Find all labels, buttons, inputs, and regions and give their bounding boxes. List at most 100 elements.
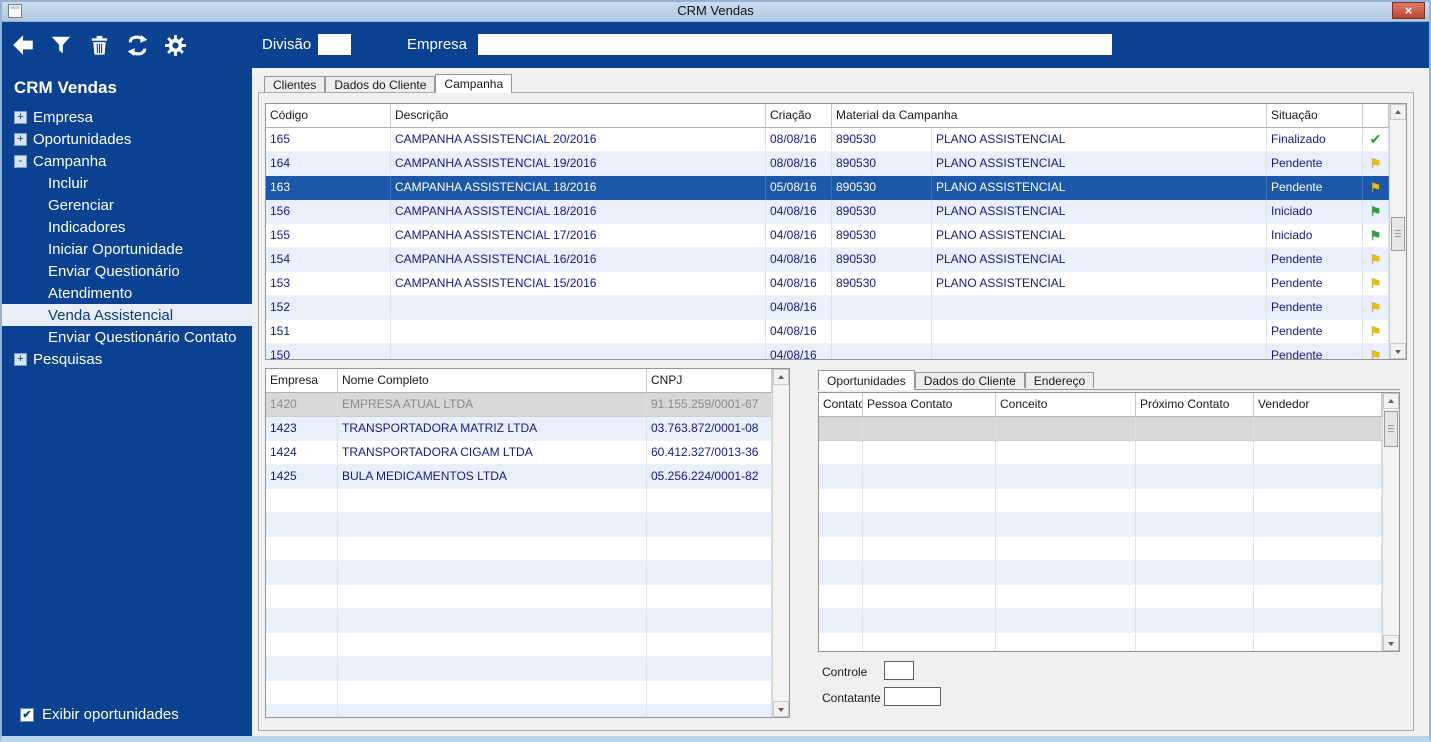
tab-campanha[interactable]: Campanha (435, 74, 513, 93)
checkbox-checked-icon[interactable]: ✔ (20, 707, 34, 722)
tab-dados-do-cliente-detail[interactable]: Dados do Cliente (914, 372, 1025, 388)
company-table-scrollbar[interactable] (772, 369, 789, 717)
status-flag-icon: ⚑ (1369, 324, 1382, 339)
scroll-down-icon[interactable] (1390, 343, 1406, 359)
tab-oportunidades[interactable]: Oportunidades (818, 370, 915, 390)
table-row[interactable]: 165 CAMPANHA ASSISTENCIAL 20/2016 08/08/… (266, 128, 1406, 152)
table-row[interactable]: 1424 TRANSPORTADORA CIGAM LTDA 60.412.32… (266, 441, 789, 465)
table-row[interactable]: 164 CAMPANHA ASSISTENCIAL 19/2016 08/08/… (266, 152, 1406, 176)
sidebar-item-venda-assistencial[interactable]: Venda Assistencial (0, 304, 252, 326)
main-tab-strip: Clientes Dados do Cliente Campanha (264, 74, 513, 93)
table-row[interactable]: 154 CAMPANHA ASSISTENCIAL 16/2016 04/08/… (266, 248, 1406, 272)
header-nome-completo[interactable]: Nome Completo (338, 369, 647, 392)
window-title: CRM Vendas (677, 3, 754, 18)
table-row-empty[interactable] (266, 633, 789, 657)
header-contato[interactable]: Contato (819, 393, 863, 416)
table-row[interactable]: 155 CAMPANHA ASSISTENCIAL 17/2016 04/08/… (266, 224, 1406, 248)
header-empresa[interactable]: Empresa (266, 369, 338, 392)
table-row-empty[interactable] (266, 537, 789, 561)
table-row-empty[interactable] (266, 609, 789, 633)
sidebar-item-oportunidades[interactable]: + Oportunidades (0, 128, 252, 150)
table-row-empty[interactable] (266, 561, 789, 585)
header-vendedor[interactable]: Vendedor (1254, 393, 1382, 416)
sidebar-item-enviar-questionario[interactable]: Enviar Questionário (0, 260, 252, 282)
sidebar-item-pesquisas[interactable]: + Pesquisas (0, 348, 252, 370)
scrollbar-thumb[interactable] (1391, 217, 1405, 251)
status-flag-icon: ⚑ (1369, 180, 1382, 195)
table-row-empty[interactable] (819, 465, 1399, 489)
sidebar-item-iniciar-oportunidade[interactable]: Iniciar Oportunidade (0, 238, 252, 260)
settings-button[interactable] (160, 27, 190, 63)
tab-dados-do-cliente[interactable]: Dados do Cliente (325, 76, 436, 92)
contatante-input[interactable] (884, 687, 941, 706)
expand-plus-icon[interactable]: + (14, 110, 27, 124)
table-row-empty[interactable] (819, 441, 1399, 465)
sidebar-title: CRM Vendas (14, 78, 117, 97)
table-row[interactable]: 150 04/08/16 Pendente ⚑ (266, 344, 1406, 359)
header-situacao[interactable]: Situação (1267, 104, 1363, 127)
table-row-empty[interactable] (266, 705, 789, 717)
refresh-button[interactable] (122, 27, 152, 63)
expand-plus-icon[interactable]: + (14, 132, 27, 146)
filter-button[interactable] (46, 27, 76, 63)
header-material[interactable]: Material da Campanha (832, 104, 1267, 127)
table-row-empty[interactable] (819, 513, 1399, 537)
table-row[interactable]: 1423 TRANSPORTADORA MATRIZ LTDA 03.763.8… (266, 417, 789, 441)
scroll-up-icon[interactable] (1390, 104, 1406, 120)
table-row[interactable]: 152 04/08/16 Pendente ⚑ (266, 296, 1406, 320)
collapse-minus-icon[interactable]: - (14, 154, 27, 168)
opportunities-table-scrollbar[interactable] (1382, 393, 1399, 651)
title-bar[interactable]: CRM Vendas × (0, 0, 1431, 22)
sidebar-item-indicadores[interactable]: Indicadores (0, 216, 252, 238)
header-conceito[interactable]: Conceito (996, 393, 1136, 416)
table-row-empty[interactable] (266, 657, 789, 681)
header-criacao[interactable]: Criação (766, 104, 832, 127)
gear-icon (164, 34, 186, 56)
filter-icon (51, 36, 71, 54)
expand-plus-icon[interactable]: + (14, 352, 27, 366)
delete-button[interactable] (84, 27, 114, 63)
scroll-up-icon[interactable] (773, 369, 789, 385)
table-row-current[interactable]: 1420 EMPRESA ATUAL LTDA 91.155.259/0001-… (266, 393, 789, 417)
division-input[interactable] (318, 34, 351, 55)
table-row-empty[interactable] (266, 489, 789, 513)
table-row-selected[interactable]: 163 CAMPANHA ASSISTENCIAL 18/2016 05/08/… (266, 176, 1406, 200)
header-status-icon (1363, 104, 1389, 127)
tab-endereco[interactable]: Endereço (1024, 372, 1095, 388)
header-cnpj[interactable]: CNPJ (647, 369, 772, 392)
company-input[interactable] (478, 34, 1112, 55)
sidebar-item-incluir[interactable]: Incluir (0, 172, 252, 194)
scroll-up-icon[interactable] (1383, 393, 1399, 409)
controle-input[interactable] (884, 661, 914, 680)
sidebar-item-enviar-questionario-contato[interactable]: Enviar Questionário Contato (0, 326, 252, 348)
tab-clientes[interactable]: Clientes (264, 76, 326, 92)
table-row-empty[interactable] (819, 561, 1399, 585)
sidebar-item-empresa[interactable]: + Empresa (0, 106, 252, 128)
close-button[interactable]: × (1392, 2, 1425, 19)
back-button[interactable] (8, 27, 38, 63)
table-row-empty[interactable] (266, 513, 789, 537)
table-row-empty[interactable] (819, 609, 1399, 633)
campaign-table-scrollbar[interactable] (1389, 104, 1406, 359)
header-descricao[interactable]: Descrição (391, 104, 766, 127)
scroll-down-icon[interactable] (1383, 635, 1399, 651)
header-codigo[interactable]: Código (266, 104, 391, 127)
table-row-empty[interactable] (266, 681, 789, 705)
table-row-empty[interactable] (819, 585, 1399, 609)
table-row[interactable]: 151 04/08/16 Pendente ⚑ (266, 320, 1406, 344)
table-row-empty[interactable] (819, 489, 1399, 513)
header-proximo-contato[interactable]: Próximo Contato (1136, 393, 1254, 416)
scrollbar-thumb[interactable] (1384, 411, 1398, 447)
table-row-empty[interactable] (266, 585, 789, 609)
table-row[interactable]: 156 CAMPANHA ASSISTENCIAL 18/2016 04/08/… (266, 200, 1406, 224)
table-row[interactable]: 153 CAMPANHA ASSISTENCIAL 15/2016 04/08/… (266, 272, 1406, 296)
table-row-empty[interactable] (819, 633, 1399, 651)
table-row-empty[interactable] (819, 417, 1399, 441)
sidebar-item-campanha[interactable]: - Campanha (0, 150, 252, 172)
sidebar-item-atendimento[interactable]: Atendimento (0, 282, 252, 304)
table-row[interactable]: 1425 BULA MEDICAMENTOS LTDA 05.256.224/0… (266, 465, 789, 489)
sidebar-item-gerenciar[interactable]: Gerenciar (0, 194, 252, 216)
scroll-down-icon[interactable] (773, 701, 789, 717)
header-pessoa-contato[interactable]: Pessoa Contato (863, 393, 996, 416)
table-row-empty[interactable] (819, 537, 1399, 561)
